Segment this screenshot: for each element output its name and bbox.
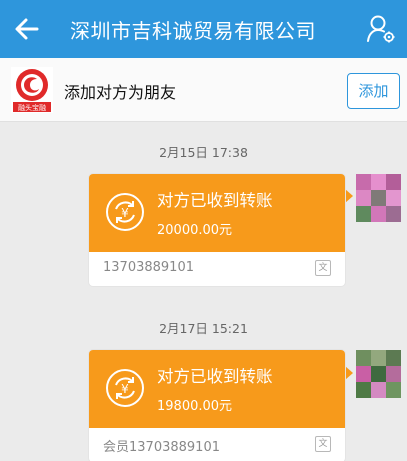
avatar[interactable] xyxy=(356,174,401,222)
text-tag-icon: 文 xyxy=(315,260,331,276)
logo-caption: 融头宝融 xyxy=(18,103,46,112)
text-tag-icon: 文 xyxy=(315,436,331,452)
chat-info-button[interactable] xyxy=(365,13,397,45)
bubble-tail xyxy=(345,189,353,203)
person-settings-icon xyxy=(367,15,395,43)
arrow-left-icon xyxy=(15,18,39,40)
avatar[interactable] xyxy=(356,350,401,398)
transfer-received-icon: ¥ xyxy=(106,369,144,407)
top-navigation-bar: 深圳市吉科诚贸易有限公司 xyxy=(0,0,407,58)
chat-title: 深圳市吉科诚贸易有限公司 xyxy=(70,19,316,43)
transfer-status: 对方已收到转账 xyxy=(157,191,273,210)
back-button[interactable] xyxy=(10,12,44,46)
bubble-tail xyxy=(345,366,353,380)
transfer-message-card[interactable]: ¥ 对方已收到转账 19800.00元 会员13703889101 文 xyxy=(89,350,345,461)
add-friend-prompt: 添加对方为朋友 xyxy=(64,83,177,102)
message-timestamp: 2月15日 17:38 xyxy=(159,145,248,160)
transfer-card-header: ¥ 对方已收到转账 19800.00元 xyxy=(89,350,345,428)
company-logo: 融头宝融 xyxy=(11,67,53,113)
transfer-note: 会员13703889101 xyxy=(103,440,220,455)
transfer-note: 13703889101 xyxy=(103,260,194,275)
transfer-message-card[interactable]: ¥ 对方已收到转账 20000.00元 13703889101 文 xyxy=(89,174,345,286)
add-friend-banner: 融头宝融 添加对方为朋友 添加 xyxy=(0,58,407,122)
svg-text:¥: ¥ xyxy=(121,206,129,220)
transfer-status: 对方已收到转账 xyxy=(157,367,273,386)
svg-text:¥: ¥ xyxy=(121,382,129,396)
add-friend-button[interactable]: 添加 xyxy=(347,73,400,109)
message-timestamp: 2月17日 15:21 xyxy=(159,321,248,336)
transfer-received-icon: ¥ xyxy=(106,193,144,231)
transfer-amount: 19800.00元 xyxy=(157,399,233,414)
transfer-amount: 20000.00元 xyxy=(157,223,233,238)
transfer-card-header: ¥ 对方已收到转账 20000.00元 xyxy=(89,174,345,252)
